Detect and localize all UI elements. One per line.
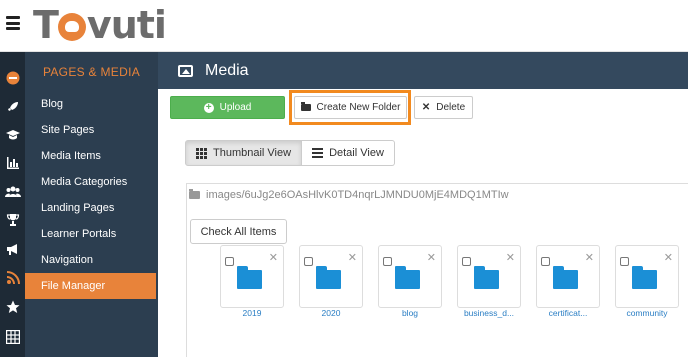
folder-icon (189, 189, 200, 199)
create-new-folder-label: Create New Folder (316, 102, 401, 113)
plus-circle-icon: + (203, 102, 214, 113)
folder-checkbox[interactable] (462, 257, 471, 266)
bar-chart-icon[interactable] (3, 153, 22, 172)
page-title: Media (205, 61, 249, 79)
sidebar-item-media-categories[interactable]: Media Categories (25, 169, 158, 195)
tovuti-logo[interactable]: T vuti (33, 3, 167, 47)
delete-button-label: Delete (436, 102, 466, 113)
folder-icon (632, 266, 657, 289)
detail-view-label: Detail View (329, 147, 384, 159)
page-header: Media (158, 52, 688, 89)
sidebar-item-file-manager[interactable]: File Manager (25, 273, 156, 299)
sidebar-item-site-pages[interactable]: Site Pages (25, 117, 158, 143)
table-icon[interactable] (3, 327, 22, 346)
hamburger-menu-icon[interactable] (6, 16, 20, 30)
sidebar: PAGES & MEDIA Blog Site Pages Media Item… (25, 52, 158, 357)
app-root: T vuti PAGES & MEDIA Blog Site Pages Med… (0, 0, 688, 357)
sidebar-item-media-items[interactable]: Media Items (25, 143, 158, 169)
folder-icon (395, 266, 420, 289)
view-toggle: Thumbnail View Detail View (185, 140, 395, 166)
close-icon[interactable]: ✕ (427, 252, 436, 263)
top-bar: T vuti (0, 0, 688, 52)
folder-tile-certificates[interactable]: ✕ (536, 245, 600, 308)
folder-tile-2019[interactable]: ✕ (220, 245, 284, 308)
close-icon[interactable]: ✕ (585, 252, 594, 263)
thumbnail-view-button[interactable]: Thumbnail View (185, 140, 303, 166)
folder-tile-2020[interactable]: ✕ (299, 245, 363, 308)
sidebar-item-learner-portals[interactable]: Learner Portals (25, 221, 158, 247)
logo-text-start: T (33, 3, 59, 47)
folder-tile-blog[interactable]: ✕ (378, 245, 442, 308)
thumbnail-view-label: Thumbnail View (213, 147, 292, 159)
sidebar-item-blog[interactable]: Blog (25, 91, 158, 117)
upload-button-label: Upload (219, 102, 252, 113)
graduation-cap-icon[interactable] (3, 125, 22, 144)
home-badge-icon[interactable] (3, 68, 22, 87)
folder-name[interactable]: community (615, 308, 679, 318)
megaphone-icon[interactable] (3, 239, 22, 258)
close-icon[interactable]: ✕ (664, 252, 673, 263)
icon-rail (0, 52, 25, 357)
logo-elephant-icon (57, 13, 86, 41)
folder-path-text: images/6uJg2e6OAsHlvK0TD4nqrLJMNDU0MjE4M… (206, 189, 509, 201)
folder-open-icon (300, 102, 311, 111)
detail-view-button[interactable]: Detail View (302, 140, 395, 166)
check-all-items-button[interactable]: Check All Items (190, 219, 287, 244)
grid-icon (196, 147, 207, 159)
close-icon[interactable]: ✕ (269, 252, 278, 263)
folder-icon (316, 266, 341, 289)
folder-name[interactable]: business_d... (457, 308, 521, 318)
close-icon[interactable]: ✕ (348, 252, 357, 263)
logo-text-end: vuti (86, 3, 167, 47)
close-icon[interactable]: ✕ (506, 252, 515, 263)
folder-path: images/6uJg2e6OAsHlvK0TD4nqrLJMNDU0MjE4M… (189, 188, 509, 202)
folder-tile-business[interactable]: ✕ (457, 245, 521, 308)
create-new-folder-button[interactable]: Create New Folder (294, 96, 407, 119)
sidebar-heading: PAGES & MEDIA (42, 64, 141, 79)
close-icon: ✕ (421, 102, 431, 113)
folder-icon (237, 266, 262, 289)
folder-checkbox[interactable] (383, 257, 392, 266)
folder-checkbox[interactable] (304, 257, 313, 266)
folder-checkbox[interactable] (541, 257, 550, 266)
folder-icon (474, 266, 499, 289)
folder-name[interactable]: blog (378, 308, 442, 318)
users-icon[interactable] (3, 181, 22, 200)
folder-tile-community[interactable]: ✕ (615, 245, 679, 308)
rocket-icon[interactable] (3, 97, 22, 116)
sidebar-item-landing-pages[interactable]: Landing Pages (25, 195, 158, 221)
sidebar-item-navigation[interactable]: Navigation (25, 247, 158, 273)
folder-checkbox[interactable] (620, 257, 629, 266)
upload-button[interactable]: + Upload (170, 96, 285, 119)
rss-icon[interactable] (3, 268, 22, 287)
image-icon (178, 64, 193, 77)
folder-checkbox[interactable] (225, 257, 234, 266)
folder-name[interactable]: 2020 (299, 308, 363, 318)
star-icon[interactable] (3, 297, 22, 316)
list-icon (312, 148, 324, 158)
folder-icon (553, 266, 578, 289)
trophy-icon[interactable] (3, 210, 22, 229)
delete-button[interactable]: ✕ Delete (414, 96, 473, 119)
folder-name[interactable]: certificat... (536, 308, 600, 318)
folder-name[interactable]: 2019 (220, 308, 284, 318)
